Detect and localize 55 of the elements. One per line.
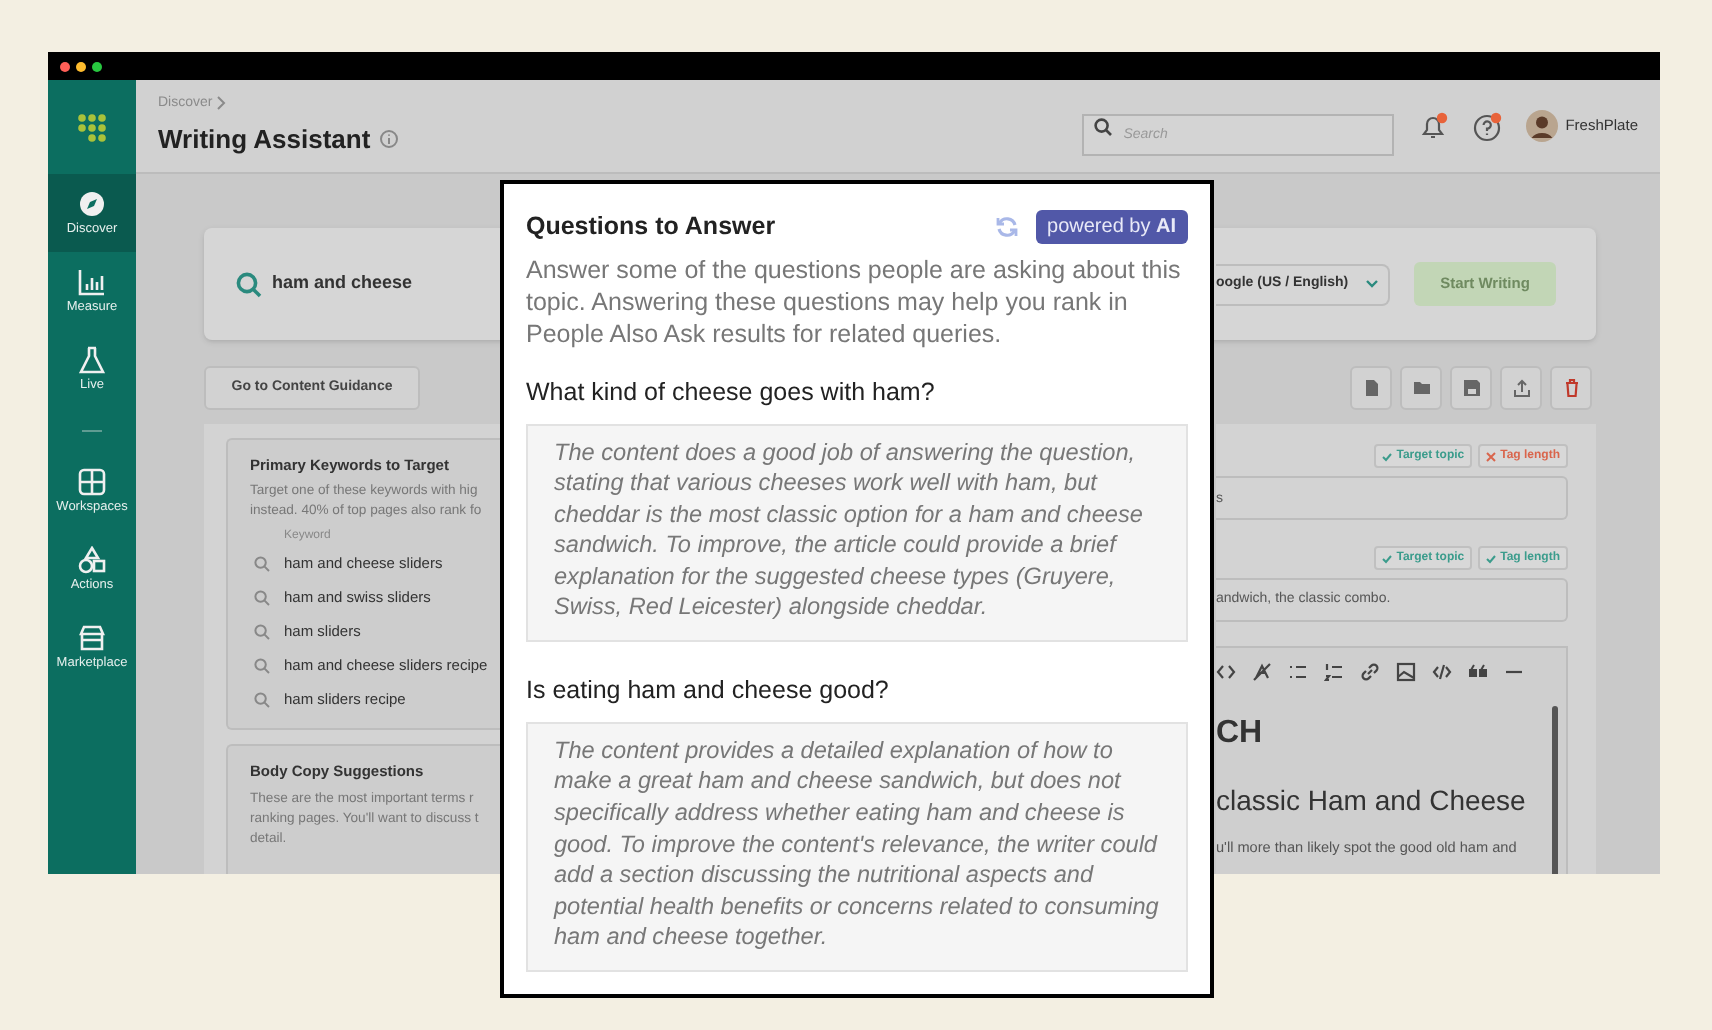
upload-icon [1511, 378, 1531, 398]
link-icon[interactable] [1360, 661, 1380, 681]
trash-icon [1561, 378, 1581, 398]
bell-icon[interactable] [1417, 111, 1448, 141]
info-icon [380, 130, 399, 149]
question-text: What kind of cheese goes with ham? [526, 375, 937, 410]
numbered-list-icon[interactable] [1324, 661, 1344, 681]
answer-box: The content provides a detailed explanation of how to make a great ham and cheese sandwich, but does not specifically address whether eating ham and cheese is good. To improve the content's relevance, the writer could add a section discussing the nutritional aspects and potential health benefits or concerns related to consuming ham and cheese together. [526, 721, 1188, 972]
search-icon [254, 589, 270, 606]
panel-title: Questions to Answer [526, 210, 776, 244]
document-button[interactable] [1350, 366, 1392, 410]
document-icon [1361, 378, 1381, 398]
folder-button[interactable] [1400, 366, 1442, 410]
storefront-icon [78, 623, 106, 652]
page-title: Writing Assistant [158, 122, 371, 158]
search-icon [254, 555, 270, 572]
search-icon [254, 623, 270, 640]
question-text: Is eating ham and cheese good? [526, 674, 891, 709]
save-button[interactable] [1450, 366, 1492, 410]
search-icon [1093, 117, 1112, 135]
search-icon [254, 691, 270, 708]
clear-format-icon[interactable] [1252, 661, 1272, 681]
check-icon [1382, 553, 1393, 563]
editor-heading: CH [1216, 714, 1265, 754]
upload-button[interactable] [1500, 366, 1542, 410]
avatar-icon[interactable] [1525, 110, 1558, 142]
check-icon [1486, 553, 1497, 563]
code-icon[interactable] [1432, 661, 1452, 681]
code-chevrons-icon[interactable] [1216, 661, 1236, 681]
check-icon [1382, 451, 1393, 461]
answer-box: The content does a good job of answering the question, stating that various cheeses work well with ham, but cheddar is the most classic option for a ham and cheese sandwich. To improve, the article could provide a brief explanation for the suggested cheese types (Gruyere, Swiss, Red Leicester) alongside cheddar. [526, 423, 1188, 643]
trash-button[interactable] [1550, 366, 1592, 410]
query-input[interactable]: ham and cheese [272, 270, 472, 298]
grid-icon [78, 467, 106, 496]
search-icon [254, 657, 270, 674]
cross-icon [1486, 451, 1497, 461]
window-controls-icon[interactable] [60, 61, 108, 71]
chevron-right-icon [216, 96, 227, 111]
scrollbar[interactable] [1552, 706, 1558, 874]
compass-icon [78, 189, 106, 218]
chevron-down-icon [1366, 280, 1378, 288]
folder-icon [1411, 378, 1431, 398]
search-icon [236, 271, 262, 297]
shapes-icon [78, 545, 106, 574]
save-icon [1461, 378, 1481, 398]
quote-icon[interactable] [1468, 661, 1488, 681]
bullet-list-icon[interactable] [1288, 661, 1308, 681]
flask-icon [78, 345, 106, 374]
image-icon[interactable] [1396, 661, 1416, 681]
ai-badge: powered by AI [1035, 209, 1188, 244]
logo-icon[interactable] [78, 113, 106, 141]
editor-subheading: classic Ham and Cheese [1216, 782, 1528, 820]
panel-description: Answer some of the questions people are asking about this topic. Answering these questions may help you rank in People Also Ask results for related queries. [526, 253, 1183, 350]
bar-chart-icon [78, 267, 106, 296]
help-icon[interactable] [1471, 111, 1502, 141]
